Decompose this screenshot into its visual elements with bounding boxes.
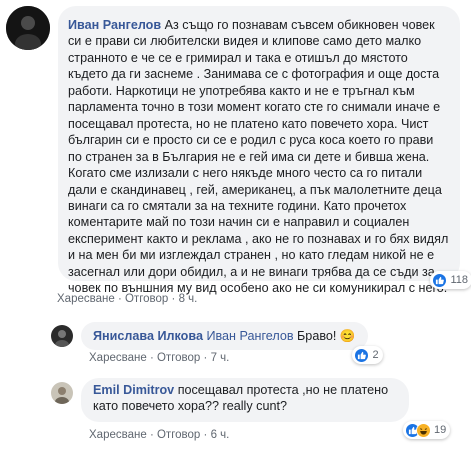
reply-link[interactable]: Отговор bbox=[125, 293, 168, 305]
like-link[interactable]: Харесване bbox=[57, 293, 115, 305]
comment-text: Иван Рангелов Аз също го познавам съвсем… bbox=[68, 17, 450, 297]
comment-text: Янислава Илкова Иван Рангелов Браво! 😊 bbox=[93, 328, 356, 344]
avatar-ivan[interactable] bbox=[6, 6, 50, 50]
reply-link[interactable]: Отговор bbox=[157, 429, 200, 441]
comment-actions: Харесване · Отговор · 8 ч. bbox=[57, 293, 197, 305]
avatar-photo-icon bbox=[51, 382, 73, 404]
timestamp[interactable]: 7 ч. bbox=[211, 352, 230, 364]
comment-2: Янислава Илкова Иван Рангелов Браво! 😊 2 bbox=[51, 322, 383, 364]
reaction-summary[interactable]: 118 bbox=[430, 271, 471, 289]
separator: · bbox=[117, 293, 122, 305]
reaction-count: 118 bbox=[450, 274, 468, 286]
separator: · bbox=[149, 352, 154, 364]
comment-author[interactable]: Иван Рангелов bbox=[68, 18, 161, 32]
reaction-summary[interactable]: 19 bbox=[403, 421, 451, 439]
comment-bubble: Янислава Илкова Иван Рангелов Браво! 😊 2 bbox=[81, 322, 383, 364]
separator: · bbox=[149, 429, 154, 441]
separator: · bbox=[203, 429, 208, 441]
comment-author[interactable]: Янислава Илкова bbox=[93, 329, 203, 343]
timestamp[interactable]: 8 ч. bbox=[179, 293, 198, 305]
separator: · bbox=[203, 352, 208, 364]
comment-body: Браво! bbox=[297, 329, 337, 343]
comment-text: Emil Dimitrov посещавал протеста ,но не … bbox=[93, 382, 397, 415]
comment-author[interactable]: Emil Dimitrov bbox=[93, 383, 174, 397]
avatar-yanislava[interactable] bbox=[51, 325, 73, 347]
comment-bubble: Иван Рангелов Аз също го познавам съвсем… bbox=[58, 6, 471, 295]
separator: · bbox=[171, 293, 176, 305]
comment-1: Иван Рангелов Аз също го познавам съвсем… bbox=[6, 6, 471, 295]
like-link[interactable]: Харесване bbox=[89, 429, 147, 441]
reaction-count: 19 bbox=[434, 424, 447, 436]
reaction-summary[interactable]: 2 bbox=[352, 346, 383, 364]
reply-link[interactable]: Отговор bbox=[157, 352, 200, 364]
smile-emoji-icon: 😊 bbox=[339, 329, 356, 343]
mention-link[interactable]: Иван Рангелов bbox=[206, 329, 293, 343]
comment-actions: Харесване · Отговор · 6 ч. bbox=[89, 429, 229, 441]
timestamp[interactable]: 6 ч. bbox=[211, 429, 230, 441]
comment-body: Аз също го познавам съвсем обикновен чов… bbox=[68, 18, 449, 296]
avatar-photo-icon bbox=[6, 6, 50, 50]
like-icon bbox=[432, 272, 448, 288]
avatar-photo-icon bbox=[51, 325, 73, 347]
comment-bubble: Emil Dimitrov посещавал протеста ,но не … bbox=[81, 378, 409, 422]
like-link[interactable]: Харесване bbox=[89, 352, 147, 364]
haha-icon bbox=[416, 422, 431, 438]
reaction-count: 2 bbox=[372, 349, 379, 361]
like-icon bbox=[354, 347, 370, 363]
comment-3: Emil Dimitrov посещавал протеста ,но не … bbox=[51, 378, 409, 422]
avatar-emil[interactable] bbox=[51, 382, 73, 404]
comment-actions: Харесване · Отговор · 7 ч. bbox=[89, 352, 229, 364]
